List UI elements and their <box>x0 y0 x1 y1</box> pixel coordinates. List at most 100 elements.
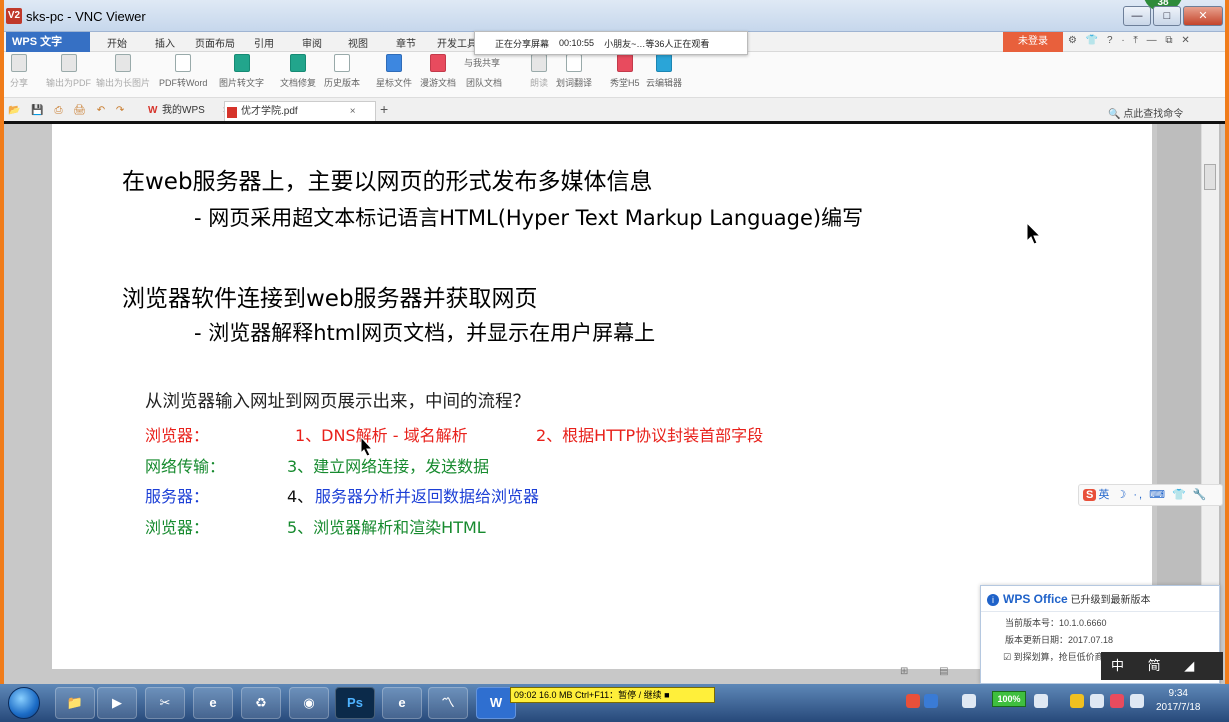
popup-version: 当前版本号：10.1.0.6660 <box>1005 618 1107 628</box>
vnc-logo-icon: V2 <box>6 8 22 24</box>
start-button[interactable] <box>8 687 40 719</box>
screen-share-banner: 正在分享屏幕 00:10:55 小朋友~…等36人正在观看 <box>474 31 748 55</box>
question-text: 从浏览器输入网址到网页展示出来，中间的流程？ <box>145 392 530 412</box>
minimize-button[interactable]: — <box>1123 6 1151 26</box>
long-image-icon <box>115 54 131 72</box>
power-icon[interactable] <box>1034 694 1048 708</box>
sub-browser-render: - 浏览器解释html网页文档，并显示在用户屏幕上 <box>194 321 656 345</box>
network-icon[interactable] <box>1090 694 1104 708</box>
tab-insert[interactable]: 插入 <box>155 35 175 50</box>
pdf-to-word-icon <box>175 54 192 72</box>
quick-access-icons[interactable]: 📂 💾 ⎙ 🖨 ↶ ↷ <box>8 105 128 116</box>
document-tabs-bar: 📂 💾 ⎙ 🖨 ↶ ↷ W 我的WPS× 优才学院.pdf× + 🔍 点此查找命… <box>4 98 1225 124</box>
microphone-icon <box>531 54 547 72</box>
sub-html: - 网页采用超文本标记语言HTML(Hyper Text Markup Lang… <box>194 206 864 230</box>
sogou-ime-toolbar[interactable]: S英 ☽ ·, ⌨ 👕 🔧 <box>1078 484 1223 506</box>
tab-view[interactable]: 视图 <box>348 35 368 50</box>
taskbar-media-icon[interactable]: 〽 <box>428 687 468 719</box>
translate-tool[interactable]: 划词翻译 <box>556 54 592 89</box>
info-icon: i <box>987 594 999 606</box>
tab-pdf-document[interactable]: 优才学院.pdf × <box>224 101 376 121</box>
taskbar-recycle-icon[interactable]: ♻ <box>241 687 281 719</box>
restore-button[interactable]: □ <box>1153 6 1181 26</box>
battery-indicator[interactable]: 100% <box>992 691 1026 707</box>
taskbar-explorer-icon[interactable]: 📁 <box>55 687 95 719</box>
roaming-docs-tool[interactable]: 漫游文档 <box>420 54 456 89</box>
step-render: 5、浏览器解析和渲染HTML <box>287 518 486 537</box>
pdf-to-word-tool[interactable]: PDF转Word <box>159 54 207 89</box>
row-label-browser-render: 浏览器： <box>145 518 210 537</box>
wifi-icon[interactable] <box>962 694 976 708</box>
doc-repair-icon <box>290 54 306 72</box>
clock-date: 2017/7/18 <box>1156 702 1201 713</box>
taskbar-chrome-icon[interactable]: ◉ <box>289 687 329 719</box>
mouse-cursor-icon <box>360 436 374 457</box>
share-tool[interactable]: 分享 <box>10 54 28 89</box>
xiutang-icon <box>616 54 633 72</box>
export-pdf-tool[interactable]: 输出为PDF <box>46 54 91 89</box>
xiutang-h5-tool[interactable]: 秀堂H5 <box>610 54 640 89</box>
recording-status[interactable]: 09:02 16.0 MB Ctrl+F11：暂停 / 继续 ■ <box>510 687 715 703</box>
help-tray-icon[interactable] <box>924 694 938 708</box>
image-to-text-icon <box>233 54 250 72</box>
ribbon-toolbar: 分享 输出为PDF 输出为长图片 PDF转Word 图片转文字 文档修复 历史版… <box>4 52 1225 98</box>
tab-chapter[interactable]: 章节 <box>396 35 416 50</box>
window-title: sks-pc - VNC Viewer <box>26 9 146 24</box>
pdf-file-icon <box>227 107 237 118</box>
heading-browser: 浏览器软件连接到web服务器并获取网页 <box>122 286 538 312</box>
star-icon <box>386 54 402 72</box>
share-elapsed: 00:10:55 <box>559 38 595 48</box>
step-prefix-4: 4、 <box>287 487 314 506</box>
vnc-titlebar: V2 sks-pc - VNC Viewer 38 — □ ✕ <box>0 0 1229 32</box>
taskbar-photoshop-icon[interactable]: Ps <box>335 687 375 719</box>
sogou-tray-icon[interactable] <box>906 694 920 708</box>
tab-references[interactable]: 引用 <box>254 35 274 50</box>
taskbar-ie-icon[interactable]: e <box>193 687 233 719</box>
command-search[interactable]: 🔍 点此查找命令 <box>1108 105 1183 120</box>
step-connect: 3、建立网络连接，发送数据 <box>287 457 490 476</box>
wps-logo-icon: W <box>148 105 158 116</box>
tab-review[interactable]: 审阅 <box>302 35 322 50</box>
scroll-thumb[interactable] <box>1204 164 1216 190</box>
taskbar-clock[interactable]: 9:34 2017/7/18 <box>1156 687 1201 715</box>
login-button[interactable]: 未登录 <box>1003 32 1063 52</box>
mouse-cursor-icon <box>1026 222 1042 245</box>
share-frame-right <box>1225 0 1229 722</box>
cloud-editor-tool[interactable]: 云编辑器 <box>646 54 682 89</box>
read-aloud-tool[interactable]: 朗读 <box>530 54 548 89</box>
ribbon-right-icons[interactable]: ⚙ 👕 ? · ⤒ — ⧉ ✕ <box>1068 35 1193 46</box>
image-to-text-tool[interactable]: 图片转文字 <box>219 54 264 89</box>
share-status: 正在分享屏幕 <box>495 38 550 49</box>
shared-with-me-tool[interactable]: 与我共享 <box>464 56 500 69</box>
wps-menu-button[interactable]: WPS 文字 <box>6 32 90 52</box>
export-long-image-tool[interactable]: 输出为长图片 <box>96 54 150 89</box>
system-tray: 100% 9:34 2017/7/18 <box>900 684 1229 722</box>
starred-files-tool[interactable]: 星标文件 <box>376 54 412 89</box>
tab-my-wps[interactable]: W 我的WPS× <box>146 101 229 121</box>
share-viewers: 小朋友~…等36人正在观看 <box>604 38 710 49</box>
popup-date: 版本更新日期：2017.07.18 <box>1005 635 1114 645</box>
tab-page-layout[interactable]: 页面布局 <box>195 35 235 50</box>
doc-repair-tool[interactable]: 文档修复 <box>280 54 316 89</box>
ime-status-bar[interactable]: 中 简 ◢ °, <box>1101 652 1223 701</box>
close-tab-icon[interactable]: × <box>350 106 356 117</box>
taskbar-tool-icon[interactable]: ✂ <box>145 687 185 719</box>
new-tab-button[interactable]: + <box>380 101 388 117</box>
popup-header: i WPS Office 已升级到最新版本 <box>981 586 1219 612</box>
team-docs-tool[interactable]: 团队文档 <box>466 76 502 89</box>
history-icon <box>334 54 350 72</box>
sogou-logo-icon: S <box>1083 489 1097 501</box>
display-icon[interactable] <box>1130 694 1144 708</box>
history-version-tool[interactable]: 历史版本 <box>324 54 360 89</box>
tab-developer[interactable]: 开发工具 <box>437 35 477 50</box>
tab-start[interactable]: 开始 <box>107 35 127 50</box>
volume-icon[interactable] <box>1110 694 1124 708</box>
share-icon <box>11 54 27 72</box>
close-button[interactable]: ✕ <box>1183 6 1223 26</box>
notification-icon[interactable] <box>1070 694 1084 708</box>
translate-icon <box>566 54 582 72</box>
export-pdf-icon <box>60 54 77 72</box>
taskbar-browser-icon[interactable]: e <box>382 687 422 719</box>
taskbar-player-icon[interactable]: ▶ <box>97 687 137 719</box>
heading-web-server: 在web服务器上，主要以网页的形式发布多媒体信息 <box>122 169 653 195</box>
